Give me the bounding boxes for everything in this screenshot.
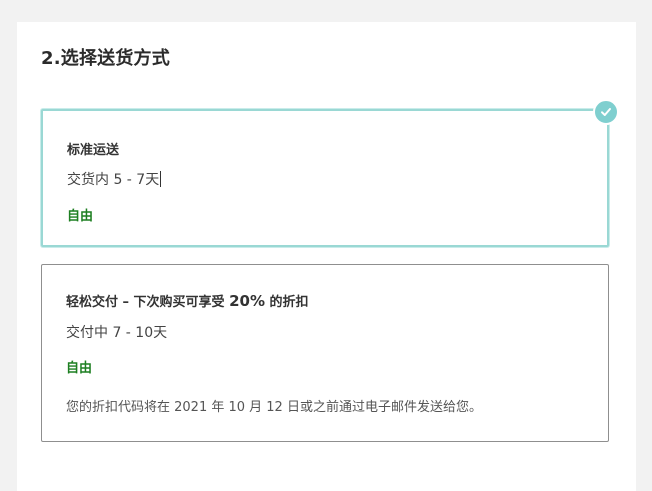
delivery-method-panel: 2.选择送货方式 标准运送 交货内 5 - 7天 自由 轻松交付 – 下次购买可… bbox=[17, 22, 636, 491]
option-title-text: 轻松交付 – 下次购买可享受 bbox=[66, 295, 230, 310]
option-title-suffix: 的折扣 bbox=[264, 295, 309, 310]
section-title: 2.选择送货方式 bbox=[41, 48, 170, 69]
delivery-time: 交货内 5 - 7天 bbox=[67, 169, 162, 189]
delivery-time-range: 5 - 7天 bbox=[109, 172, 160, 188]
price-label: 自由 bbox=[66, 361, 93, 376]
delivery-time: 交付中 7 - 10天 bbox=[66, 322, 167, 342]
delivery-time-prefix: 交付中 bbox=[66, 325, 108, 341]
option-title: 轻松交付 – 下次购买可享受 20% 的折扣 bbox=[66, 291, 309, 310]
delivery-option-standard[interactable]: 标准运送 交货内 5 - 7天 自由 bbox=[41, 99, 619, 247]
delivery-time-range: 7 - 10天 bbox=[108, 325, 168, 341]
discount-percent: 20% bbox=[229, 292, 265, 310]
delivery-time-prefix: 交货内 bbox=[67, 172, 109, 188]
check-circle-icon bbox=[593, 99, 619, 125]
text-cursor bbox=[160, 171, 162, 187]
price-label: 自由 bbox=[67, 209, 94, 224]
option-title: 标准运送 bbox=[67, 143, 120, 158]
discount-code-note: 您的折扣代码将在 2021 年 10 月 12 日或之前通过电子邮件发送给您。 bbox=[66, 400, 482, 415]
delivery-option-easy[interactable]: 轻松交付 – 下次购买可享受 20% 的折扣 交付中 7 - 10天 自由 您的… bbox=[41, 264, 609, 442]
